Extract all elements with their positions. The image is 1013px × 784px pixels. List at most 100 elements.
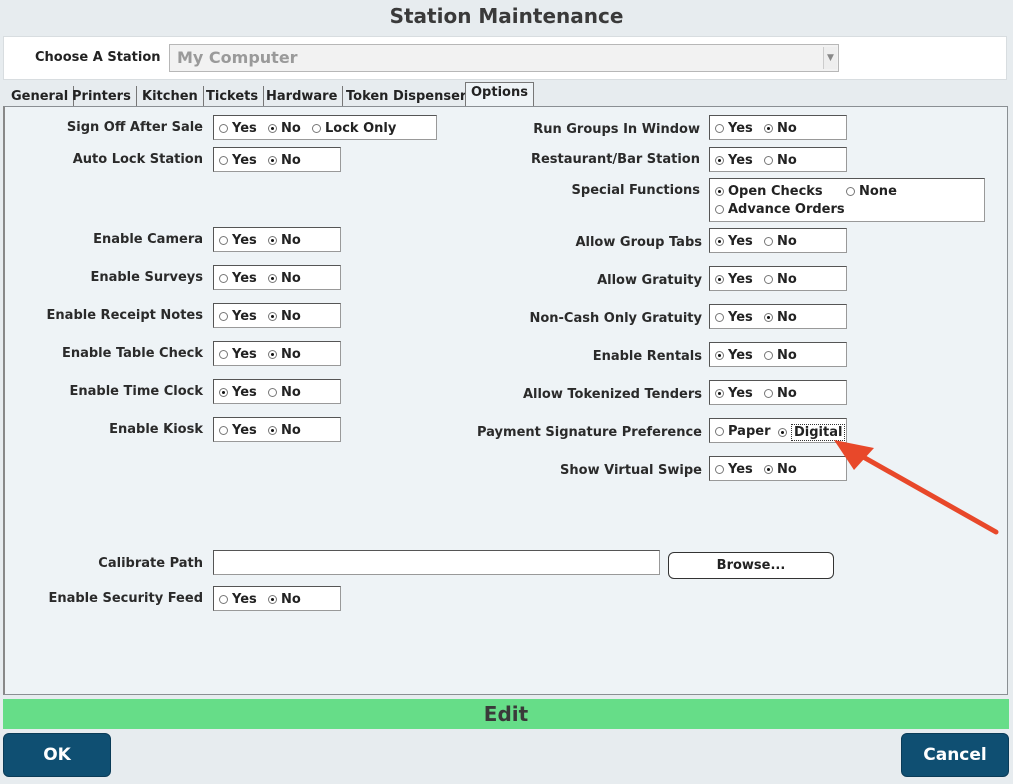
- radio-button-selected-icon: [268, 426, 277, 435]
- radio-button-icon: [312, 124, 321, 133]
- radio-button-icon: [846, 187, 855, 196]
- option-label-non-cash-only-gratuity: Non-Cash Only Gratuity: [529, 311, 702, 326]
- calibrate-path-input[interactable]: [213, 550, 660, 575]
- radio-button-selected-icon: [715, 389, 724, 398]
- option-label-enable-surveys: Enable Surveys: [90, 270, 203, 285]
- radio-button-icon: [715, 465, 724, 474]
- radio-button-icon: [764, 275, 773, 284]
- radio-group-auto-lock-station: Yes No: [213, 147, 341, 172]
- radio-gratuity-no[interactable]: No: [764, 272, 797, 287]
- radio-group-tabs-yes[interactable]: Yes: [715, 234, 753, 249]
- tab-kitchen[interactable]: Kitchen: [137, 86, 204, 107]
- radio-button-selected-icon: [268, 350, 277, 359]
- radio-surveys-yes[interactable]: Yes: [219, 271, 257, 286]
- radio-group-non-cash-only-gratuity: Yes No: [709, 304, 847, 329]
- radio-rentals-no[interactable]: No: [764, 348, 797, 363]
- radio-sign-off-yes[interactable]: Yes: [219, 121, 257, 136]
- radio-button-selected-icon: [219, 388, 228, 397]
- radio-kiosk-yes[interactable]: Yes: [219, 423, 257, 438]
- option-label-restaurant-bar-station: Restaurant/Bar Station: [530, 152, 700, 167]
- radio-auto-lock-no[interactable]: No: [268, 153, 301, 168]
- ok-button[interactable]: OK: [3, 733, 111, 777]
- radio-special-open-checks[interactable]: Open Checks: [715, 184, 823, 199]
- arrow-head: [834, 440, 874, 470]
- radio-button-icon: [268, 388, 277, 397]
- radio-restaurant-bar-no[interactable]: No: [764, 153, 797, 168]
- radio-sign-off-lock-only[interactable]: Lock Only: [312, 121, 396, 136]
- radio-kiosk-no[interactable]: No: [268, 423, 301, 438]
- option-label-auto-lock-station: Auto Lock Station: [72, 152, 203, 167]
- tab-token-dispenser[interactable]: Token Dispenser: [341, 86, 473, 107]
- radio-group-enable-surveys: Yes No: [213, 265, 341, 290]
- radio-camera-yes[interactable]: Yes: [219, 233, 257, 248]
- radio-security-feed-yes[interactable]: Yes: [219, 592, 257, 607]
- option-label-allow-tokenized-tenders: Allow Tokenized Tenders: [522, 387, 702, 402]
- radio-group-enable-kiosk: Yes No: [213, 417, 341, 442]
- station-chooser: Choose A Station My Computer ▼: [3, 36, 1007, 80]
- radio-button-icon: [219, 350, 228, 359]
- chevron-down-icon[interactable]: ▼: [823, 47, 837, 69]
- radio-button-icon: [219, 124, 228, 133]
- radio-button-selected-icon: [715, 237, 724, 246]
- radio-run-groups-yes[interactable]: Yes: [715, 121, 753, 136]
- radio-button-selected-icon: [764, 465, 773, 474]
- radio-receipt-notes-no[interactable]: No: [268, 309, 301, 324]
- radio-receipt-notes-yes[interactable]: Yes: [219, 309, 257, 324]
- tab-general[interactable]: General: [6, 86, 75, 107]
- radio-button-selected-icon: [268, 124, 277, 133]
- option-label-enable-rentals: Enable Rentals: [592, 349, 702, 364]
- radio-camera-no[interactable]: No: [268, 233, 301, 248]
- radio-time-clock-no[interactable]: No: [268, 385, 301, 400]
- radio-virtual-swipe-yes[interactable]: Yes: [715, 462, 753, 477]
- radio-button-icon: [219, 426, 228, 435]
- radio-group-special-functions: Open Checks None Advance Orders: [709, 178, 985, 222]
- option-label-enable-time-clock: Enable Time Clock: [69, 384, 203, 399]
- radio-group-show-virtual-swipe: Yes No: [709, 456, 847, 481]
- radio-button-selected-icon: [764, 124, 773, 133]
- radio-run-groups-no[interactable]: No: [764, 121, 797, 136]
- radio-button-icon: [715, 205, 724, 214]
- tab-options[interactable]: Options: [465, 82, 534, 107]
- radio-table-check-no[interactable]: No: [268, 347, 301, 362]
- radio-non-cash-gratuity-yes[interactable]: Yes: [715, 310, 753, 325]
- radio-button-icon: [219, 595, 228, 604]
- radio-rentals-yes[interactable]: Yes: [715, 348, 753, 363]
- radio-tokenized-no[interactable]: No: [764, 386, 797, 401]
- option-label-show-virtual-swipe: Show Virtual Swipe: [560, 463, 702, 478]
- tab-hardware[interactable]: Hardware: [261, 86, 344, 107]
- radio-non-cash-gratuity-no[interactable]: No: [764, 310, 797, 325]
- arrow-icon: [834, 440, 999, 535]
- radio-restaurant-bar-yes[interactable]: Yes: [715, 153, 753, 168]
- radio-group-restaurant-bar-station: Yes No: [709, 147, 847, 172]
- radio-special-none[interactable]: None: [846, 184, 897, 199]
- radio-sign-off-no[interactable]: No: [268, 121, 301, 136]
- radio-signature-paper[interactable]: Paper: [715, 424, 771, 439]
- option-label-enable-security-feed: Enable Security Feed: [48, 591, 203, 606]
- radio-group-allow-gratuity: Yes No: [709, 266, 847, 291]
- radio-virtual-swipe-no[interactable]: No: [764, 462, 797, 477]
- tab-tickets[interactable]: Tickets: [201, 86, 265, 107]
- radio-button-selected-icon: [715, 156, 724, 165]
- radio-time-clock-yes[interactable]: Yes: [219, 385, 257, 400]
- option-label-enable-camera: Enable Camera: [93, 232, 203, 247]
- browse-button[interactable]: Browse...: [668, 552, 834, 579]
- edit-bar[interactable]: Edit: [3, 699, 1009, 729]
- radio-button-icon: [715, 313, 724, 322]
- radio-security-feed-no[interactable]: No: [268, 592, 301, 607]
- radio-group-sign-off-after-sale: Yes No Lock Only: [213, 115, 437, 140]
- option-label-enable-kiosk: Enable Kiosk: [109, 422, 203, 437]
- radio-surveys-no[interactable]: No: [268, 271, 301, 286]
- station-select[interactable]: My Computer ▼: [169, 44, 839, 72]
- tab-printers[interactable]: Printers: [67, 86, 137, 107]
- radio-auto-lock-yes[interactable]: Yes: [219, 153, 257, 168]
- radio-special-advance-orders[interactable]: Advance Orders: [715, 202, 845, 217]
- option-label-payment-signature-preference: Payment Signature Preference: [477, 425, 702, 440]
- radio-button-selected-icon: [268, 274, 277, 283]
- window-title: Station Maintenance: [389, 4, 624, 28]
- radio-group-tabs-no[interactable]: No: [764, 234, 797, 249]
- cancel-button[interactable]: Cancel: [901, 733, 1009, 777]
- radio-gratuity-yes[interactable]: Yes: [715, 272, 753, 287]
- radio-table-check-yes[interactable]: Yes: [219, 347, 257, 362]
- radio-button-icon: [764, 389, 773, 398]
- radio-tokenized-yes[interactable]: Yes: [715, 386, 753, 401]
